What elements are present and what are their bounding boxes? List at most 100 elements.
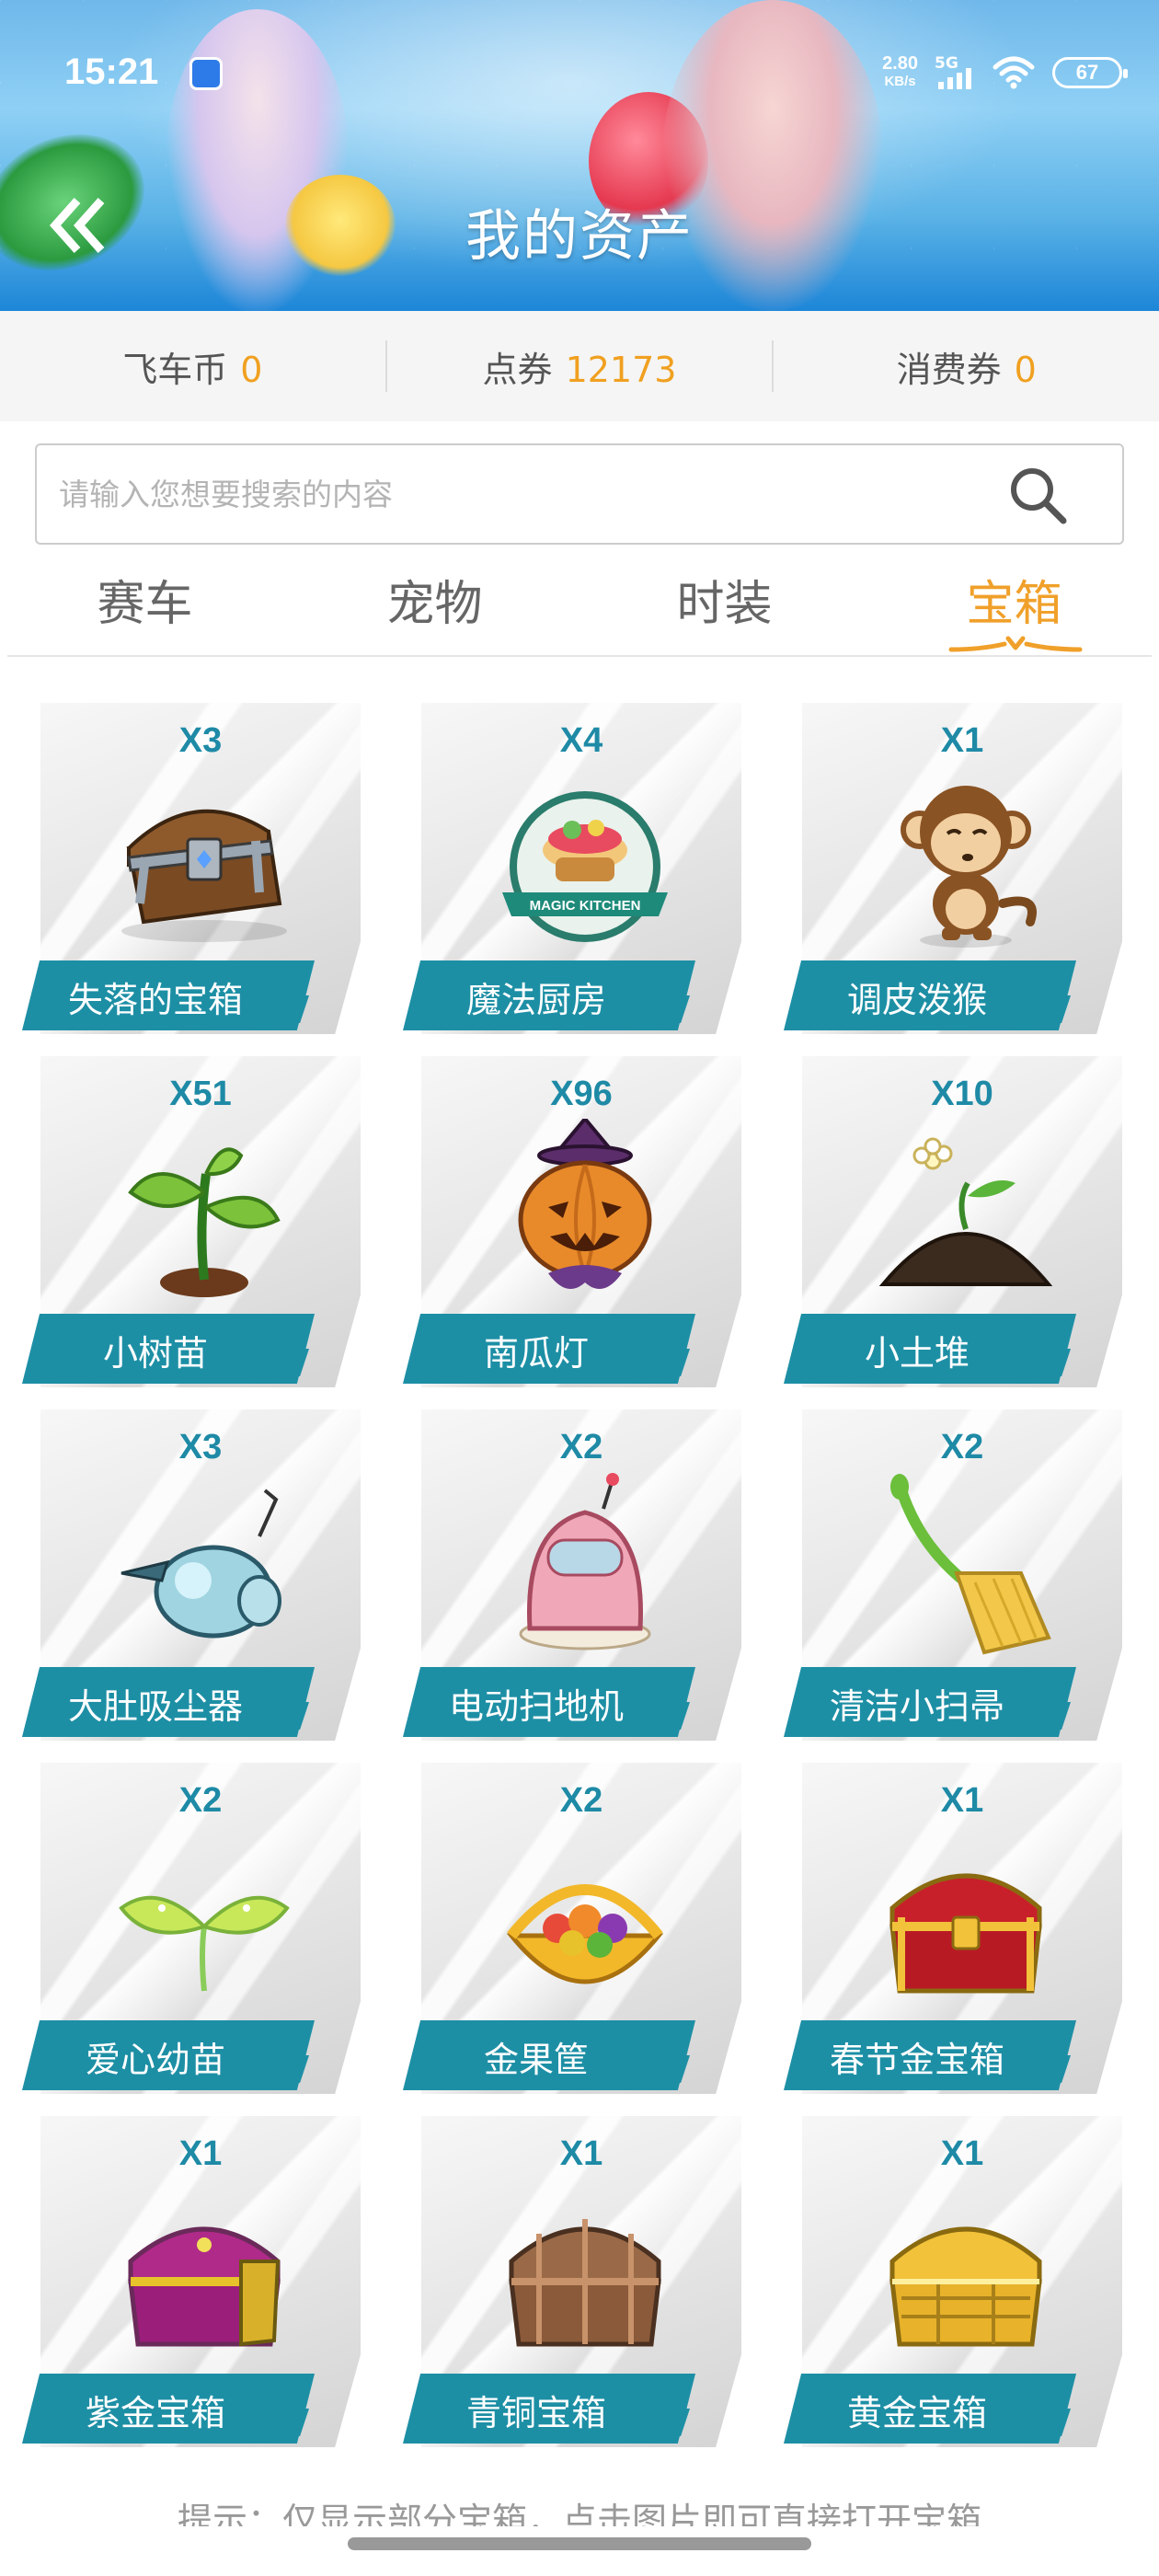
- bronze-chest-icon: [509, 2219, 661, 2347]
- currency-points: 点券 12173: [387, 341, 773, 392]
- item-card[interactable]: X1 黄金宝箱: [784, 2116, 1122, 2449]
- currency-label: 点券: [482, 349, 553, 390]
- currency-value: 0: [1014, 349, 1037, 390]
- item-count: X51: [169, 1075, 232, 1113]
- item-count: X3: [178, 721, 223, 760]
- item-name-label: 魔法厨房: [403, 960, 695, 1030]
- svg-text:MAGIC KITCHEN: MAGIC KITCHEN: [530, 898, 641, 914]
- item-count: X1: [940, 2134, 984, 2173]
- item-name: 春节金宝箱: [829, 2040, 1004, 2080]
- item-count: X1: [559, 2134, 603, 2173]
- net-speed-value: 2.80: [882, 53, 918, 74]
- vacuum-cleaner-icon: [120, 1489, 281, 1639]
- item-count: X1: [940, 721, 984, 760]
- item-card[interactable]: X1 春节金宝箱: [784, 1763, 1122, 2096]
- item-name-label: 失落的宝箱: [22, 960, 315, 1030]
- search-input[interactable]: [59, 445, 997, 543]
- item-card[interactable]: X96 南瓜灯: [403, 1056, 741, 1389]
- dirt-mound-icon: [878, 1137, 1053, 1286]
- item-name-label: 青铜宝箱: [403, 2374, 695, 2444]
- item-name: 调皮泼猴: [846, 980, 987, 1020]
- status-icons: 2.80 KB/s 5G 67: [882, 50, 1128, 96]
- item-name: 南瓜灯: [483, 1333, 589, 1374]
- battery-icon: 67: [1052, 57, 1128, 88]
- item-name: 魔法厨房: [465, 980, 606, 1020]
- currency-value: 0: [240, 349, 263, 390]
- item-card[interactable]: X3 失落的宝箱: [22, 703, 361, 1036]
- broom-icon: [890, 1474, 1051, 1655]
- net-speed-unit: KB/s: [884, 74, 916, 89]
- item-name: 紫金宝箱: [85, 2393, 225, 2433]
- item-name: 小土堆: [864, 1333, 970, 1374]
- item-card[interactable]: X10 小土堆: [784, 1056, 1122, 1389]
- battery-level: 67: [1075, 61, 1099, 84]
- cellular-signal-icon: 5G: [935, 54, 975, 91]
- currency-label: 飞车币: [122, 349, 228, 390]
- item-card[interactable]: X2 爱心幼苗: [22, 1763, 361, 2096]
- gold-chest-icon: [889, 2226, 1042, 2347]
- item-count: X2: [559, 1428, 603, 1466]
- item-card[interactable]: X2 电动扫地机: [403, 1409, 741, 1742]
- item-card[interactable]: X51 小树苗: [22, 1056, 361, 1389]
- tab-cars[interactable]: 赛车: [0, 552, 290, 655]
- item-name: 电动扫地机: [448, 1686, 624, 1727]
- item-card[interactable]: X4 MAGIC KITCHEN 魔法厨房: [403, 703, 741, 1036]
- item-name-label: 清洁小扫帚: [784, 1667, 1076, 1737]
- currency-feiche-coin: 飞车币 0: [0, 341, 385, 392]
- item-name: 青铜宝箱: [465, 2393, 606, 2433]
- item-name-label: 小土堆: [784, 1314, 1076, 1384]
- item-count: X1: [178, 2134, 223, 2173]
- item-count: X4: [559, 721, 603, 760]
- tab-pets[interactable]: 宠物: [290, 552, 580, 655]
- item-count: X10: [931, 1075, 993, 1113]
- net-speed: 2.80 KB/s: [882, 54, 918, 91]
- item-card[interactable]: X1 调皮泼猴: [784, 703, 1122, 1036]
- header-banner: 15:21 2.80 KB/s 5G 67 我的资产: [0, 0, 1159, 311]
- item-count: X96: [550, 1075, 613, 1113]
- item-count: X2: [940, 1428, 984, 1466]
- item-name-label: 春节金宝箱: [784, 2020, 1076, 2090]
- item-card[interactable]: X1 紫金宝箱: [22, 2116, 361, 2449]
- item-card[interactable]: X3 大肚吸尘器: [22, 1409, 361, 1742]
- search-box: [35, 443, 1124, 545]
- item-name-label: 黄金宝箱: [784, 2374, 1076, 2444]
- item-name: 黄金宝箱: [846, 2393, 987, 2433]
- sapling-icon: [128, 1147, 281, 1297]
- currency-bar: 飞车币 0 点券 12173 消费券 0: [0, 311, 1159, 421]
- status-time: 15:21: [64, 52, 159, 92]
- robot-sweeper-icon: [519, 1473, 651, 1650]
- currency-label: 消费券: [896, 349, 1002, 390]
- item-name-label: 南瓜灯: [403, 1314, 695, 1384]
- item-count: X2: [178, 1781, 223, 1820]
- item-name: 爱心幼苗: [85, 2040, 225, 2080]
- item-card[interactable]: X1 青铜宝箱: [403, 2116, 741, 2449]
- heart-sprout-icon: [119, 1895, 290, 1992]
- search-icon[interactable]: [1006, 464, 1071, 528]
- item-count: X2: [559, 1781, 603, 1820]
- monkey-icon: [901, 786, 1037, 948]
- item-count: X3: [178, 1428, 223, 1466]
- item-name-label: 小树苗: [22, 1314, 315, 1384]
- item-name: 失落的宝箱: [67, 980, 243, 1020]
- item-name-label: 调皮泼猴: [784, 960, 1076, 1030]
- item-name-label: 大肚吸尘器: [22, 1667, 315, 1737]
- item-name-label: 爱心幼苗: [22, 2020, 315, 2090]
- gesture-nav-bar[interactable]: [348, 2537, 811, 2550]
- item-count: X1: [940, 1781, 984, 1820]
- magic-kitchen-icon: MAGIC KITCHEN: [502, 791, 668, 942]
- currency-value: 12173: [565, 349, 677, 390]
- item-name: 金果筐: [483, 2040, 589, 2080]
- wifi-icon: [993, 56, 1035, 89]
- item-card[interactable]: X2 金果筐: [403, 1763, 741, 2096]
- item-name: 大肚吸尘器: [67, 1686, 243, 1727]
- currency-consumption-voucher: 消费券 0: [774, 341, 1159, 392]
- item-name-label: 金果筐: [403, 2020, 695, 2090]
- active-tab-indicator: [948, 636, 1083, 652]
- notification-app-icon: [189, 57, 223, 90]
- treasure-chest-icon: [121, 809, 287, 942]
- item-card[interactable]: X2 清洁小扫帚: [784, 1409, 1122, 1742]
- tab-fashion[interactable]: 时装: [580, 552, 869, 655]
- item-name: 小树苗: [102, 1333, 208, 1374]
- pumpkin-lantern-icon: [518, 1119, 652, 1290]
- item-name-label: 紫金宝箱: [22, 2374, 315, 2444]
